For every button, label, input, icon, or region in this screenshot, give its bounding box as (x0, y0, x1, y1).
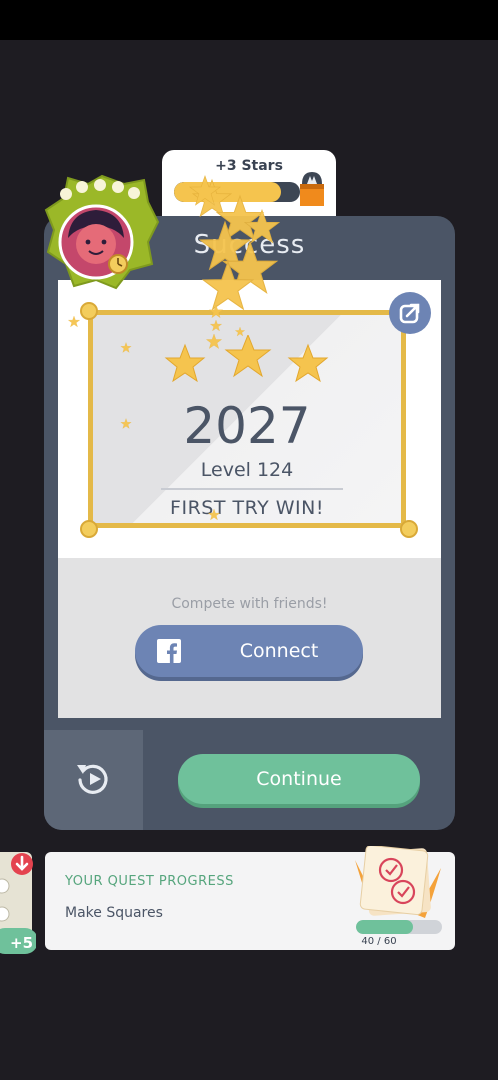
share-icon (399, 303, 420, 324)
score-frame: 2027 Level 124 FIRST TRY WIN! (88, 310, 406, 528)
card-footer: Continue (44, 730, 455, 830)
avatar-badge (44, 174, 160, 290)
facebook-connect-button[interactable]: Connect (135, 625, 363, 677)
level-label: Level 124 (200, 459, 294, 481)
replay-button[interactable] (44, 730, 143, 830)
frame-corner-top-left (80, 302, 98, 320)
stars-progress-fill (174, 182, 282, 202)
result-message: FIRST TRY WIN! (170, 497, 324, 519)
earned-star-3 (287, 343, 329, 383)
divider (161, 488, 343, 490)
connect-label: Connect (239, 640, 319, 662)
side-tab-label: +5 (10, 934, 33, 952)
score-panel: 2027 Level 124 FIRST TRY WIN! (58, 280, 441, 558)
share-button[interactable] (389, 292, 431, 334)
quest-count: 40 / 60 (361, 936, 397, 947)
score-value: 2027 (183, 397, 311, 455)
quest-progress-panel[interactable]: YOUR QUEST PROGRESS Make Squares 40 / 60 (45, 846, 455, 950)
level-result-card: Success 2027 Level 124 FIRST TRY WIN! Co… (44, 216, 455, 830)
quest-card-icon (355, 846, 441, 918)
frame-corner-bottom-right (400, 520, 418, 538)
stars-progress-bar (174, 182, 300, 202)
continue-button[interactable]: Continue (178, 754, 420, 804)
quest-progress-fill (356, 920, 414, 934)
quest-name: Make Squares (65, 905, 163, 921)
social-panel: Compete with friends! Connect (58, 558, 441, 718)
treasure-chest-icon (300, 172, 324, 206)
replay-icon (77, 764, 108, 794)
side-reward-tab[interactable]: +5 (0, 852, 36, 956)
quest-title: YOUR QUEST PROGRESS (65, 874, 234, 889)
quest-progress-bar (356, 920, 442, 934)
facebook-icon (157, 639, 181, 663)
status-bar (0, 0, 498, 40)
frame-corner-bottom-left (80, 520, 98, 538)
earned-star-1 (164, 343, 206, 383)
compete-prompt: Compete with friends! (171, 596, 328, 612)
earned-star-2 (224, 335, 272, 378)
continue-label: Continue (256, 768, 342, 790)
